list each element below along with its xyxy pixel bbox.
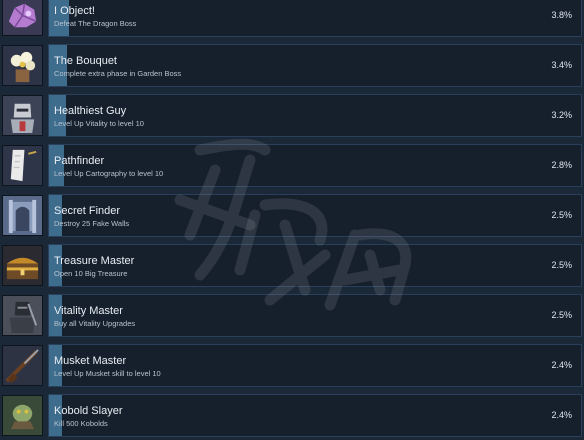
achievement-description: Defeat The Dragon Boss	[54, 19, 137, 28]
achievement-description: Buy all Vitality Upgrades	[54, 319, 136, 328]
achievement-title: Treasure Master	[54, 255, 135, 267]
achievement-description: Level Up Cartography to level 10	[54, 169, 164, 178]
achievement-progress-bar: The Bouquet Complete extra phase in Garde…	[48, 44, 582, 87]
achievement-title: I Object!	[54, 5, 95, 17]
achievement-progress-bar: I Object! Defeat The Dragon Boss 3.8%	[48, 0, 582, 37]
unlock-percent: 3.4%	[551, 60, 572, 70]
achievement-description: Open 10 Big Treasure	[54, 269, 128, 278]
achievement-title: Secret Finder	[54, 205, 121, 217]
achievement-row[interactable]: The Bouquet Complete extra phase in Garde…	[0, 43, 584, 89]
unlock-percent: 2.4%	[551, 360, 572, 370]
unlock-percent: 3.8%	[551, 10, 572, 20]
achievement-description: Kill 500 Kobolds	[54, 419, 108, 428]
unlock-percent: 2.5%	[551, 210, 572, 220]
achievement-title: Pathfinder	[54, 155, 105, 167]
achievement-title: The Bouquet	[54, 55, 117, 67]
flower-bouquet-icon	[2, 45, 43, 86]
map-scroll-icon	[2, 145, 43, 186]
achievement-title: Musket Master	[54, 355, 127, 367]
unlock-percent: 2.5%	[551, 260, 572, 270]
achievement-row[interactable]: Kobold Slayer Kill 500 Kobolds 2.4%	[0, 393, 584, 439]
treasure-chest-icon	[2, 245, 43, 286]
musket-icon	[2, 345, 43, 386]
kobold-icon	[2, 395, 43, 436]
achievement-row[interactable]: Pathfinder Level Up Cartography to level …	[0, 143, 584, 189]
achievement-row[interactable]: Vitality Master Buy all Vitality Upgrades…	[0, 293, 584, 339]
achievement-progress-bar: Kobold Slayer Kill 500 Kobolds 2.4%	[48, 394, 582, 437]
unlock-percent: 2.5%	[551, 310, 572, 320]
achievement-title: Vitality Master	[54, 305, 123, 317]
achievement-description: Level Up Musket skill to level 10	[54, 369, 161, 378]
achievement-progress-bar: Vitality Master Buy all Vitality Upgrades…	[48, 294, 582, 337]
achievement-title: Healthiest Guy	[54, 105, 127, 117]
achievement-description: Level Up Vitality to level 10	[54, 119, 144, 128]
achievement-progress-bar: Healthiest Guy Level Up Vitality to level…	[48, 94, 582, 137]
dark-knight-icon	[2, 295, 43, 336]
achievement-row[interactable]: Musket Master Level Up Musket skill to le…	[0, 343, 584, 389]
achievement-row[interactable]: Secret Finder Destroy 25 Fake Walls 2.5%	[0, 193, 584, 239]
unlock-percent: 2.8%	[551, 160, 572, 170]
achievement-row[interactable]: Healthiest Guy Level Up Vitality to level…	[0, 93, 584, 139]
achievement-title: Kobold Slayer	[54, 405, 123, 417]
achievement-progress-bar: Pathfinder Level Up Cartography to level …	[48, 144, 582, 187]
achievement-description: Complete extra phase in Garden Boss	[54, 69, 182, 78]
armored-knight-icon	[2, 95, 43, 136]
achievement-row[interactable]: I Object! Defeat The Dragon Boss 3.8%	[0, 0, 584, 39]
achievement-progress-bar: Musket Master Level Up Musket skill to le…	[48, 344, 582, 387]
achievement-progress-bar: Treasure Master Open 10 Big Treasure 2.5%	[48, 244, 582, 287]
achievement-row[interactable]: Treasure Master Open 10 Big Treasure 2.5%	[0, 243, 584, 289]
achievement-description: Destroy 25 Fake Walls	[54, 219, 130, 228]
secret-wall-icon	[2, 195, 43, 236]
unlock-percent: 2.4%	[551, 410, 572, 420]
achievement-progress-bar: Secret Finder Destroy 25 Fake Walls 2.5%	[48, 194, 582, 237]
unlock-percent: 3.2%	[551, 110, 572, 120]
purple-crystal-icon	[2, 0, 43, 36]
